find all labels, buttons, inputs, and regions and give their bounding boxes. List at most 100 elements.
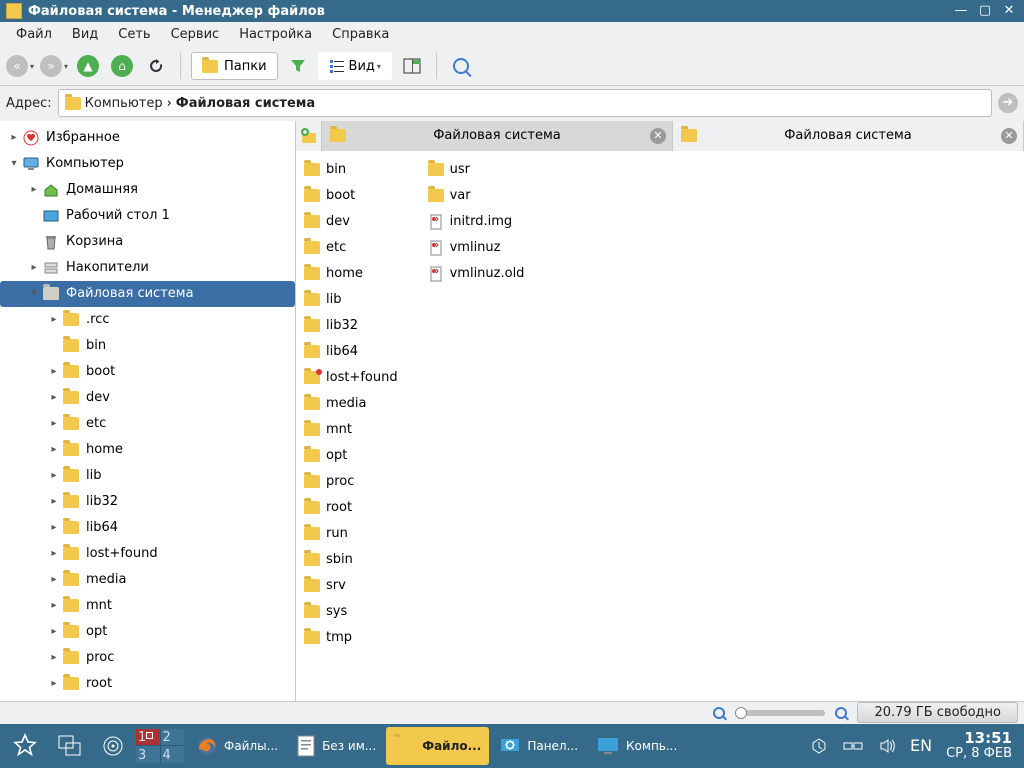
go-button[interactable]: ➜ — [998, 93, 1018, 113]
file-item[interactable]: dev — [304, 209, 398, 235]
tree-item[interactable]: ▸root — [0, 671, 295, 697]
file-item[interactable]: lib32 — [304, 313, 398, 339]
clock[interactable]: 13:51 СР, 8 ФЕВ — [946, 731, 1012, 761]
tree-twisty[interactable]: ▸ — [26, 262, 42, 273]
close-button[interactable]: ✕ — [1000, 2, 1018, 20]
tree-item[interactable]: ▾Компьютер — [0, 151, 295, 177]
file-item[interactable]: sys — [304, 599, 398, 625]
file-item[interactable]: proc — [304, 469, 398, 495]
menu-network[interactable]: Сеть — [108, 23, 160, 46]
file-item[interactable]: etc — [304, 235, 398, 261]
show-desktop-button[interactable] — [50, 727, 90, 765]
pager-cell[interactable]: 2 — [161, 729, 185, 746]
taskbar-app[interactable]: Без им... — [288, 727, 384, 765]
tab-close-button[interactable]: ✕ — [1001, 128, 1017, 144]
tree-twisty[interactable]: ▸ — [46, 678, 62, 689]
tree-item[interactable]: ▸boot — [0, 359, 295, 385]
tree-item[interactable]: ▸lib — [0, 463, 295, 489]
pager-cell[interactable]: 4 — [161, 746, 185, 763]
tab[interactable]: Файловая система ✕ — [673, 121, 1024, 151]
zoom-in-icon[interactable] — [835, 707, 847, 719]
folders-panel-button[interactable]: Папки — [191, 52, 278, 80]
menu-help[interactable]: Справка — [322, 23, 399, 46]
file-item[interactable]: usr — [428, 157, 525, 183]
nav-back-button[interactable]: « — [6, 52, 34, 80]
file-item[interactable]: opt — [304, 443, 398, 469]
taskbar-app[interactable]: Компь... — [588, 727, 685, 765]
tree-twisty[interactable]: ▸ — [46, 444, 62, 455]
file-item[interactable]: mnt — [304, 417, 398, 443]
tree-item[interactable]: ▸dev — [0, 385, 295, 411]
nav-forward-button[interactable]: » — [40, 52, 68, 80]
volume-icon[interactable] — [878, 737, 896, 755]
tree-item[interactable]: ▸home — [0, 437, 295, 463]
file-item[interactable]: lost+found — [304, 365, 398, 391]
tree-twisty[interactable]: ▸ — [46, 418, 62, 429]
tree-twisty[interactable]: ▸ — [46, 600, 62, 611]
filter-button[interactable] — [284, 52, 312, 80]
tree-item[interactable]: bin — [0, 333, 295, 359]
taskbar-app[interactable]: Панел... — [491, 727, 586, 765]
tree-twisty[interactable]: ▸ — [46, 548, 62, 559]
activity-button[interactable] — [94, 727, 132, 765]
tree-twisty[interactable]: ▸ — [46, 522, 62, 533]
zoom-out-icon[interactable] — [713, 707, 725, 719]
tree-twisty[interactable]: ▸ — [46, 366, 62, 377]
new-tab-button[interactable] — [296, 121, 322, 151]
file-item[interactable]: var — [428, 183, 525, 209]
breadcrumb-segment[interactable]: Компьютер — [85, 96, 163, 111]
pager-cell[interactable]: 1 — [136, 729, 160, 746]
file-item[interactable]: bin — [304, 157, 398, 183]
file-item[interactable]: initrd.img — [428, 209, 525, 235]
file-item[interactable]: tmp — [304, 625, 398, 651]
address-path[interactable]: Компьютер › Файловая система — [58, 89, 992, 117]
file-item[interactable]: srv — [304, 573, 398, 599]
network-icon[interactable] — [842, 738, 864, 754]
tree-twisty[interactable]: ▸ — [26, 184, 42, 195]
tree-item[interactable]: ▸Домашняя — [0, 177, 295, 203]
tree-item[interactable]: ▸Накопители — [0, 255, 295, 281]
tree-twisty[interactable]: ▸ — [46, 392, 62, 403]
tree-item[interactable]: ▸.rcc — [0, 307, 295, 333]
tree-twisty[interactable]: ▸ — [46, 470, 62, 481]
nav-up-button[interactable]: ▲ — [74, 52, 102, 80]
file-item[interactable]: boot — [304, 183, 398, 209]
tree-twisty[interactable]: ▸ — [46, 626, 62, 637]
file-item[interactable]: lib64 — [304, 339, 398, 365]
pager-cell[interactable]: 3 — [136, 746, 160, 763]
tree-twisty[interactable]: ▸ — [6, 132, 22, 143]
desktop-pager[interactable]: 1 2 3 4 — [136, 729, 184, 763]
file-item[interactable]: run — [304, 521, 398, 547]
tree-twisty[interactable]: ▸ — [46, 314, 62, 325]
breadcrumb-segment[interactable]: Файловая система — [176, 96, 315, 111]
minimize-button[interactable]: — — [952, 2, 970, 20]
zoom-slider[interactable] — [735, 710, 825, 716]
tab-close-button[interactable]: ✕ — [650, 128, 666, 144]
tree-item[interactable]: ▸proc — [0, 645, 295, 671]
taskbar-app[interactable]: Файлы... — [188, 727, 286, 765]
file-item[interactable]: vmlinuz — [428, 235, 525, 261]
tree-twisty[interactable]: ▾ — [6, 158, 22, 169]
file-item[interactable]: sbin — [304, 547, 398, 573]
file-grid[interactable]: binbootdevetchomeliblib32lib64lost+found… — [296, 151, 1024, 701]
tree-item[interactable]: ▸lib32 — [0, 489, 295, 515]
nav-home-button[interactable]: ⌂ — [108, 52, 136, 80]
tree-item[interactable]: ▸mnt — [0, 593, 295, 619]
file-item[interactable]: vmlinuz.old — [428, 261, 525, 287]
keyboard-layout[interactable]: EN — [910, 736, 932, 755]
split-view-button[interactable] — [398, 52, 426, 80]
menu-file[interactable]: Файл — [6, 23, 62, 46]
updates-icon[interactable] — [810, 737, 828, 755]
view-mode-button[interactable]: Вид — [318, 52, 392, 80]
maximize-button[interactable]: ▢ — [976, 2, 994, 20]
file-item[interactable]: media — [304, 391, 398, 417]
menu-view[interactable]: Вид — [62, 23, 108, 46]
tree-item[interactable]: Корзина — [0, 229, 295, 255]
tree-item[interactable]: ▸Избранное — [0, 125, 295, 151]
tree-item[interactable]: ▸etc — [0, 411, 295, 437]
tree-twisty[interactable]: ▸ — [46, 652, 62, 663]
tree-twisty[interactable]: ▾ — [26, 288, 42, 299]
tree-item[interactable]: ▸lib64 — [0, 515, 295, 541]
search-button[interactable] — [447, 52, 475, 80]
file-item[interactable]: root — [304, 495, 398, 521]
